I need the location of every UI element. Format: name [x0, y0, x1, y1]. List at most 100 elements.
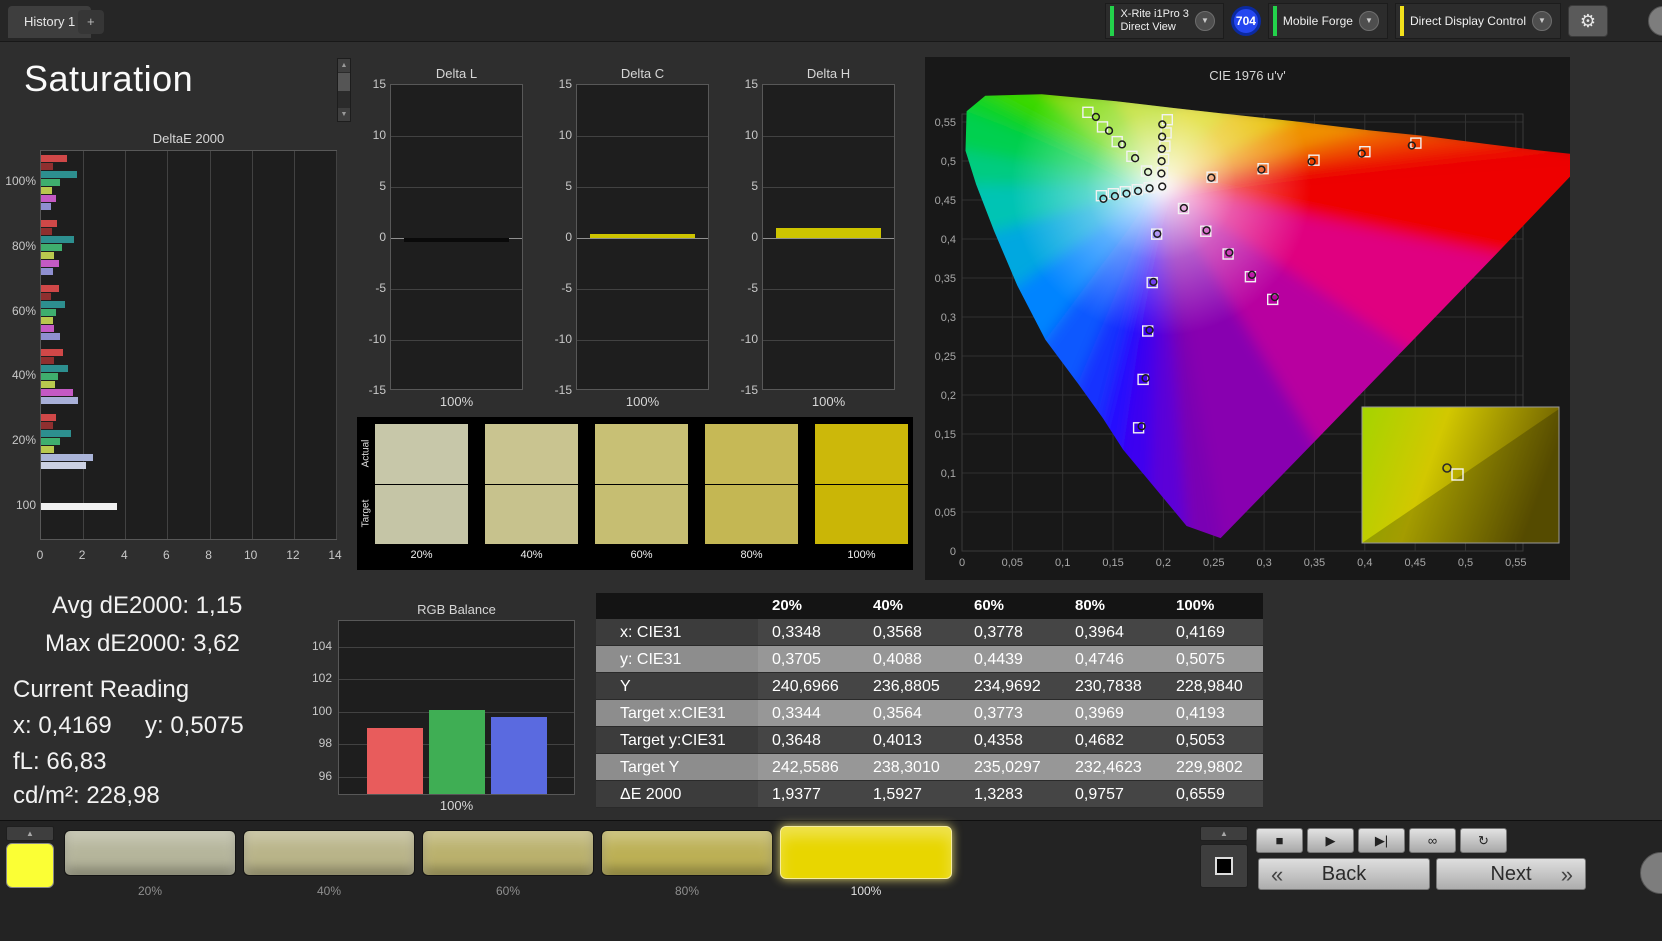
de2000-bar: [41, 389, 73, 397]
calibration-app-window: History 1 + X-Rite i1Pro 3 Direct View ▼…: [0, 0, 1662, 941]
actual-swatch-40%: [485, 424, 578, 484]
table-cell: 230,7838: [1075, 678, 1142, 695]
delta-chart-plot: [762, 84, 895, 390]
stop-button[interactable]: ■: [1256, 828, 1303, 853]
patch-button-label: 100%: [850, 884, 882, 898]
de2000-bar: [41, 324, 54, 332]
table-row-label: y: CIE31: [596, 646, 758, 672]
table-cell: 0,3568: [873, 624, 922, 641]
delta-chart-y-tick-label: -5: [375, 281, 386, 295]
meter-dropdown-icon[interactable]: ▼: [1194, 11, 1215, 31]
delta-chart-y-tick-label: 5: [565, 179, 572, 193]
source-selector[interactable]: Mobile Forge ▼: [1267, 3, 1388, 39]
patch-button-60%[interactable]: [422, 830, 594, 876]
de2000-y-tick-label: 40%: [11, 368, 36, 383]
table-corner-cell: [596, 593, 758, 619]
delta-chart-x-label: 100%: [811, 394, 846, 409]
delta-chart-y-tick-label: -10: [368, 332, 386, 346]
delta-chart-title: Delta L: [435, 66, 478, 81]
vertical-scrollbar[interactable]: ▲ ▼: [337, 58, 351, 122]
de2000-bar: [41, 228, 52, 235]
delta-chart-y-tick-label: 10: [372, 128, 386, 142]
actual-swatch-80%: [705, 424, 798, 484]
target-swatch-20%: [375, 485, 468, 544]
pattern-window-button[interactable]: [1200, 844, 1248, 888]
rgb-y-tick-label: 100: [311, 703, 332, 718]
loop-button[interactable]: ↻: [1460, 828, 1507, 853]
play-button[interactable]: ▶: [1307, 828, 1354, 853]
pattern-window-icon: [1215, 857, 1233, 875]
cie-y-tick-label: 0,5: [941, 156, 956, 168]
de2000-x-tick-label: 2: [78, 548, 86, 562]
scroll-down-icon[interactable]: ▼: [338, 108, 350, 121]
add-tab-button[interactable]: +: [78, 10, 104, 34]
delta-chart-gridline: [763, 238, 894, 239]
patch-button-40%[interactable]: [243, 830, 415, 876]
de2000-bar: [41, 260, 59, 267]
table-header-row: 20% 40% 60% 80% 100%: [596, 593, 1263, 619]
delta-chart-y-tick-label: 15: [372, 77, 386, 91]
step-button[interactable]: ▶|: [1358, 828, 1405, 853]
patch-button-80%[interactable]: [601, 830, 773, 876]
table-cell: 0,3705: [772, 651, 821, 668]
rgb-bar-green: [429, 710, 485, 794]
cie-y-tick-label: 0,1: [941, 468, 956, 480]
table-row: x: CIE31 0,3348 0,3568 0,3778 0,3964 0,4169: [596, 619, 1263, 646]
next-button[interactable]: Next »: [1436, 858, 1586, 890]
delta-chart-gridline: [577, 136, 708, 137]
rgb-y-tick-label: 104: [311, 639, 332, 653]
de2000-bar: [41, 381, 55, 389]
table-row-label: x: CIE31: [596, 619, 758, 645]
scrollbar-thumb[interactable]: [338, 73, 350, 91]
cie-y-tick-label: 0: [950, 546, 956, 558]
delta-chart-bar: [404, 238, 509, 242]
de2000-y-tick-label: 100: [15, 497, 36, 512]
delta-chart-y-tick-label: 15: [558, 77, 572, 91]
patch-button-20%[interactable]: [64, 830, 236, 876]
delta-chart-bar: [776, 228, 881, 238]
cie-y-tick-label: 0,2: [941, 390, 956, 402]
table-cell: 0,9757: [1075, 786, 1124, 803]
source-label: Mobile Forge: [1282, 14, 1353, 28]
delta-chart-gridline: [577, 289, 708, 290]
edge-partial-button[interactable]: [1648, 6, 1662, 36]
delta-chart-title: Delta H: [806, 66, 851, 81]
left-panel-expand-icon[interactable]: ▲: [6, 826, 54, 841]
de2000-y-tick-label: 100%: [5, 174, 36, 189]
delta-chart-plot: [576, 84, 709, 390]
settings-gear-icon[interactable]: ⚙: [1568, 5, 1608, 37]
delta-chart-y-tick-label: -15: [740, 383, 758, 397]
de2000-x-tick-label: 10: [244, 548, 258, 562]
display-status-accent: [1399, 6, 1404, 36]
patch-button-100%[interactable]: [780, 826, 952, 879]
continuous-button[interactable]: ∞: [1409, 828, 1456, 853]
table-cell: 0,4746: [1075, 651, 1124, 668]
meter-status-accent: [1110, 6, 1115, 36]
cie-x-tick-label: 0,35: [1304, 557, 1325, 569]
patch-count-badge[interactable]: 704: [1230, 6, 1261, 36]
table-row-label: ΔE 2000: [596, 781, 758, 807]
table-row: ΔE 2000 1,9377 1,5927 1,3283 0,9757 0,6559: [596, 781, 1263, 808]
actual-swatch-20%: [375, 424, 468, 484]
rgb-bar-red: [367, 728, 423, 794]
scroll-up-icon[interactable]: ▲: [338, 59, 350, 72]
meter-selector[interactable]: X-Rite i1Pro 3 Direct View ▼: [1105, 3, 1224, 39]
actual-target-swatch-panel: Actual Target 20% 40% 60% 80% 100%: [357, 417, 913, 570]
right-panel-expand-icon[interactable]: ▲: [1200, 826, 1248, 841]
delta-chart-gridline: [391, 340, 522, 341]
back-button[interactable]: « Back: [1258, 858, 1430, 890]
source-dropdown-icon[interactable]: ▼: [1358, 11, 1379, 31]
display-dropdown-icon[interactable]: ▼: [1532, 11, 1552, 31]
patch-button-label: 20%: [137, 884, 163, 898]
de2000-x-tick-label: 0: [36, 548, 44, 562]
delta-chart-y-tick-label: -15: [368, 383, 386, 397]
table-row-label: Target Y: [596, 754, 758, 780]
target-swatch-100%: [815, 485, 908, 544]
table-cell: 1,5927: [873, 786, 922, 803]
display-control-selector[interactable]: Direct Display Control ▼: [1394, 3, 1561, 39]
swatch-label: 80%: [740, 549, 763, 561]
delta-chart-gridline: [577, 187, 708, 188]
target-row-label: Target: [360, 499, 372, 528]
cie-x-tick-label: 0,4: [1357, 557, 1372, 569]
rgb-balance-plot: [338, 620, 575, 795]
